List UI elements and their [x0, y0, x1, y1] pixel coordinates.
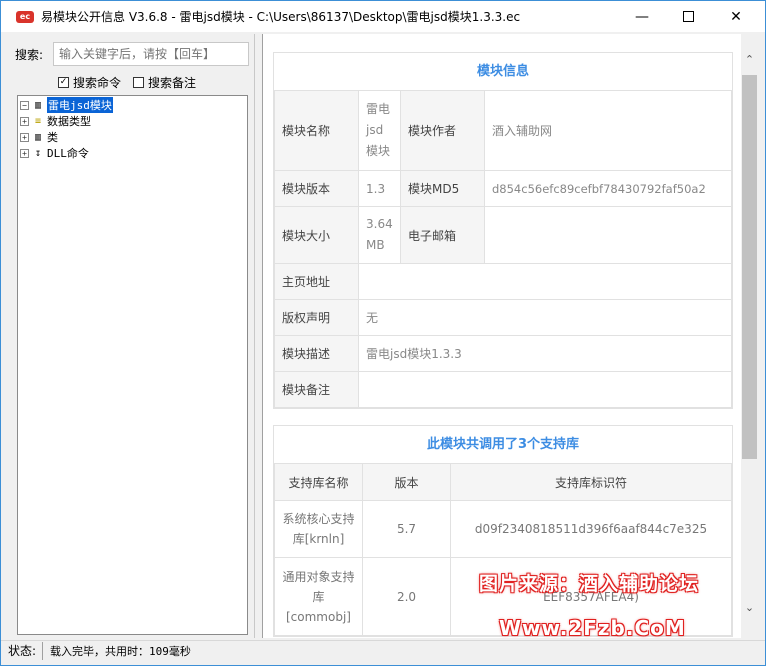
tree-node-label: DLL命令 — [47, 147, 89, 160]
value-md5: d854c56efc89cefbf78430792faf50a2 — [484, 170, 732, 207]
label-note: 模块备注 — [274, 371, 359, 408]
minimize-button[interactable]: — — [619, 1, 665, 32]
close-button[interactable]: ✕ — [713, 1, 759, 32]
lib-name: 通用对象支持库[commobj] — [274, 557, 363, 636]
app-logo-icon: ec — [16, 10, 34, 23]
value-copyright: 无 — [358, 299, 732, 336]
tree-node-label: 数据类型 — [47, 115, 91, 128]
value-version: 1.3 — [358, 170, 401, 207]
checkbox-label: 搜索命令 — [73, 76, 122, 90]
label-md5: 模块MD5 — [400, 170, 485, 207]
expand-icon[interactable]: + — [20, 116, 29, 126]
lib-id: EEF8357AFEA4) — [450, 557, 732, 636]
search-label: 搜索: — [15, 47, 44, 62]
status-text: 载入完毕，共用时：109毫秒 — [50, 644, 191, 658]
value-size: 3.64 MB — [358, 206, 401, 264]
dll-icon: ↧ — [34, 147, 42, 159]
checkbox-unchecked-icon — [133, 77, 145, 88]
value-homepage — [358, 263, 732, 300]
value-email — [484, 206, 732, 264]
label-name: 模块名称 — [274, 90, 359, 171]
checkbox-label: 搜索备注 — [148, 76, 197, 90]
tree-node-dll[interactable]: + ↧ DLL命令 — [20, 145, 245, 161]
expand-icon[interactable]: + — [20, 132, 29, 142]
column-header: 支持库标识符 — [450, 463, 732, 501]
minimize-icon: — — [635, 8, 649, 25]
label-desc: 模块描述 — [274, 335, 359, 372]
column-header: 版本 — [362, 463, 451, 501]
tree-node-root[interactable]: − ▥ 雷电jsd模块 — [20, 97, 245, 113]
support-libs-panel: 此模块共调用了3个支持库 支持库名称 版本 支持库标识符 系统核心支持库[krn… — [273, 425, 733, 637]
checkbox-checked-icon: ✓ — [58, 77, 69, 88]
data-type-icon: ≡ — [34, 115, 42, 127]
search-row: 搜索: — [15, 42, 249, 66]
table-row: 系统核心支持库[krnln] 5.7 d09f2340818511d396f6a… — [274, 500, 732, 558]
label-version: 模块版本 — [274, 170, 359, 207]
label-copyright: 版权声明 — [274, 299, 359, 336]
label-size: 模块大小 — [274, 206, 359, 264]
lib-version: 5.7 — [362, 500, 451, 558]
scrollbar-thumb[interactable] — [742, 75, 757, 459]
window-title: 易模块公开信息 V3.6.8 - 雷电jsd模块 - C:\Users\8613… — [41, 10, 521, 24]
module-info-title: 模块信息 — [476, 64, 529, 79]
tree-node-label: 类 — [47, 131, 58, 144]
support-libs-title: 此模块共调用了3个支持库 — [426, 437, 580, 452]
module-info-table: 模块名称 雷电 jsd 模块 模块作者 酒入辅助网 模块版本 1.3 模块MD5… — [274, 90, 732, 408]
search-options: ✓ 搜索命令 搜索备注 — [58, 74, 196, 91]
close-icon: ✕ — [730, 8, 742, 25]
module-icon: ▥ — [34, 99, 42, 111]
module-info-panel: 模块信息 模块名称 雷电 jsd 模块 模块作者 酒入辅助网 模块版本 1.3 … — [273, 52, 733, 409]
label-homepage: 主页地址 — [274, 263, 359, 300]
label-author: 模块作者 — [400, 90, 485, 171]
expand-icon[interactable]: + — [20, 148, 29, 158]
info-view: 模块信息 模块名称 雷电 jsd 模块 模块作者 酒入辅助网 模块版本 1.3 … — [263, 34, 741, 638]
search-notes-checkbox[interactable]: 搜索备注 — [133, 74, 196, 91]
collapse-icon[interactable]: − — [20, 100, 29, 110]
column-header: 支持库名称 — [274, 463, 363, 501]
support-libs-table: 支持库名称 版本 支持库标识符 系统核心支持库[krnln] 5.7 d09f2… — [274, 463, 732, 636]
module-tree[interactable]: − ▥ 雷电jsd模块 + ≡ 数据类型 + ▥ 类 + ↧ DLL命令 — [17, 95, 248, 635]
value-desc: 雷电jsd模块1.3.3 — [358, 335, 732, 372]
pane-splitter[interactable] — [254, 34, 263, 638]
table-row: 通用对象支持库[commobj] 2.0 EEF8357AFEA4) — [274, 557, 732, 636]
lib-name: 系统核心支持库[krnln] — [274, 500, 363, 558]
app-window: ec 易模块公开信息 V3.6.8 - 雷电jsd模块 - C:\Users\8… — [0, 0, 766, 666]
lib-id: d09f2340818511d396f6aaf844c7e325 — [450, 500, 732, 558]
value-name: 雷电 jsd 模块 — [358, 90, 401, 171]
scroll-up-icon[interactable]: ⌃ — [741, 53, 758, 71]
search-commands-checkbox[interactable]: ✓ 搜索命令 — [58, 74, 121, 91]
tree-node-data-types[interactable]: + ≡ 数据类型 — [20, 113, 245, 129]
value-note — [358, 371, 732, 408]
status-label: 状态: — [1, 641, 43, 660]
status-bar: 状态: 载入完毕，共用时：109毫秒 — [1, 640, 765, 660]
class-icon: ▥ — [34, 131, 42, 143]
label-email: 电子邮箱 — [400, 206, 485, 264]
value-author: 酒入辅助网 — [484, 90, 732, 171]
lib-version: 2.0 — [362, 557, 451, 636]
scroll-down-icon[interactable]: ⌄ — [741, 601, 758, 619]
title-bar[interactable]: ec 易模块公开信息 V3.6.8 - 雷电jsd模块 - C:\Users\8… — [1, 1, 765, 32]
tree-node-classes[interactable]: + ▥ 类 — [20, 129, 245, 145]
tree-node-label: 雷电jsd模块 — [47, 97, 113, 113]
maximize-icon — [682, 11, 694, 22]
search-input[interactable] — [53, 42, 249, 66]
maximize-button[interactable] — [665, 1, 711, 32]
